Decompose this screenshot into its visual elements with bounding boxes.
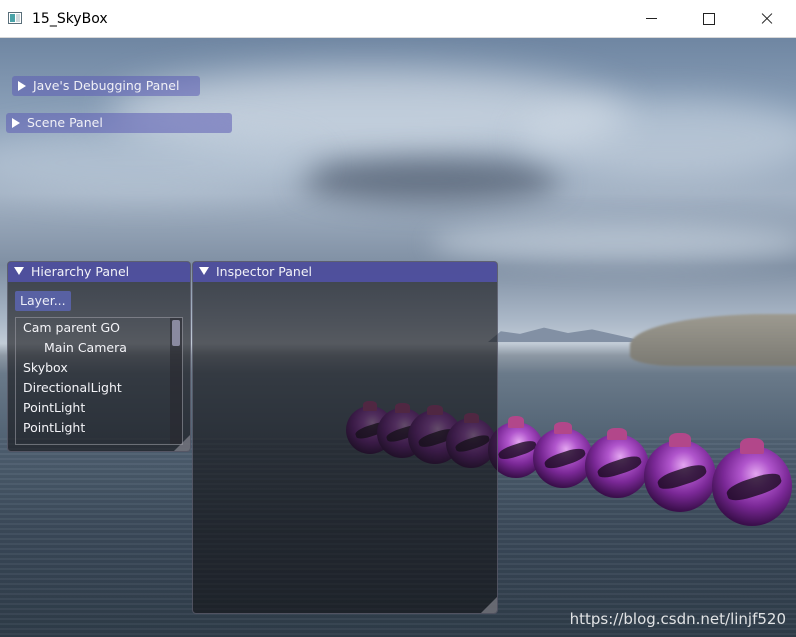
cloud [430, 223, 796, 263]
watermark: https://blog.csdn.net/linjf520 [569, 610, 786, 628]
list-item[interactable]: Cam parent GO [16, 318, 182, 338]
scene-panel[interactable]: Scene Panel [6, 113, 232, 133]
layer-button[interactable]: Layer... [15, 291, 71, 311]
list-item[interactable]: Main Camera [16, 338, 182, 358]
window-title: 15_SkyBox [32, 11, 108, 27]
close-button[interactable] [744, 0, 790, 38]
list-item[interactable]: PointLight [16, 398, 182, 418]
collapse-arrow-icon[interactable] [199, 267, 209, 275]
expand-arrow-icon[interactable] [18, 81, 26, 91]
island [630, 314, 796, 366]
title-bar[interactable]: 15_SkyBox [0, 0, 796, 38]
expand-arrow-icon[interactable] [12, 118, 20, 128]
scene-panel-title: Scene Panel [27, 115, 103, 130]
resize-grip[interactable] [174, 435, 190, 451]
app-icon [8, 12, 22, 24]
distant-mountains [488, 327, 648, 342]
hierarchy-list[interactable]: Cam parent GO Main Camera Skybox Directi… [15, 317, 183, 445]
hierarchy-panel[interactable]: Hierarchy Panel Layer... Cam parent GO M… [7, 261, 191, 452]
sphere [644, 432, 716, 512]
hierarchy-panel-title: Hierarchy Panel [31, 264, 130, 279]
collapse-arrow-icon[interactable] [14, 267, 24, 275]
list-item[interactable]: DirectionalLight [16, 378, 182, 398]
maximize-button[interactable] [686, 0, 732, 38]
list-item[interactable]: Skybox [16, 358, 182, 378]
sphere [585, 427, 649, 498]
cloud [300, 158, 560, 203]
hierarchy-panel-header[interactable]: Hierarchy Panel [8, 262, 190, 282]
debugging-panel-title: Jave's Debugging Panel [33, 78, 180, 93]
debugging-panel[interactable]: Jave's Debugging Panel [12, 76, 200, 96]
resize-grip[interactable] [481, 597, 497, 613]
sphere [712, 438, 792, 526]
inspector-panel-header[interactable]: Inspector Panel [193, 262, 497, 282]
inspector-panel-title: Inspector Panel [216, 264, 313, 279]
minimize-button[interactable] [628, 0, 674, 38]
inspector-panel[interactable]: Inspector Panel [192, 261, 498, 614]
cloud [520, 98, 796, 178]
list-scrollbar[interactable] [170, 318, 182, 444]
cloud [0, 128, 320, 198]
sphere [533, 422, 593, 488]
scrollbar-thumb[interactable] [172, 320, 180, 346]
list-item[interactable]: PointLight [16, 418, 182, 438]
